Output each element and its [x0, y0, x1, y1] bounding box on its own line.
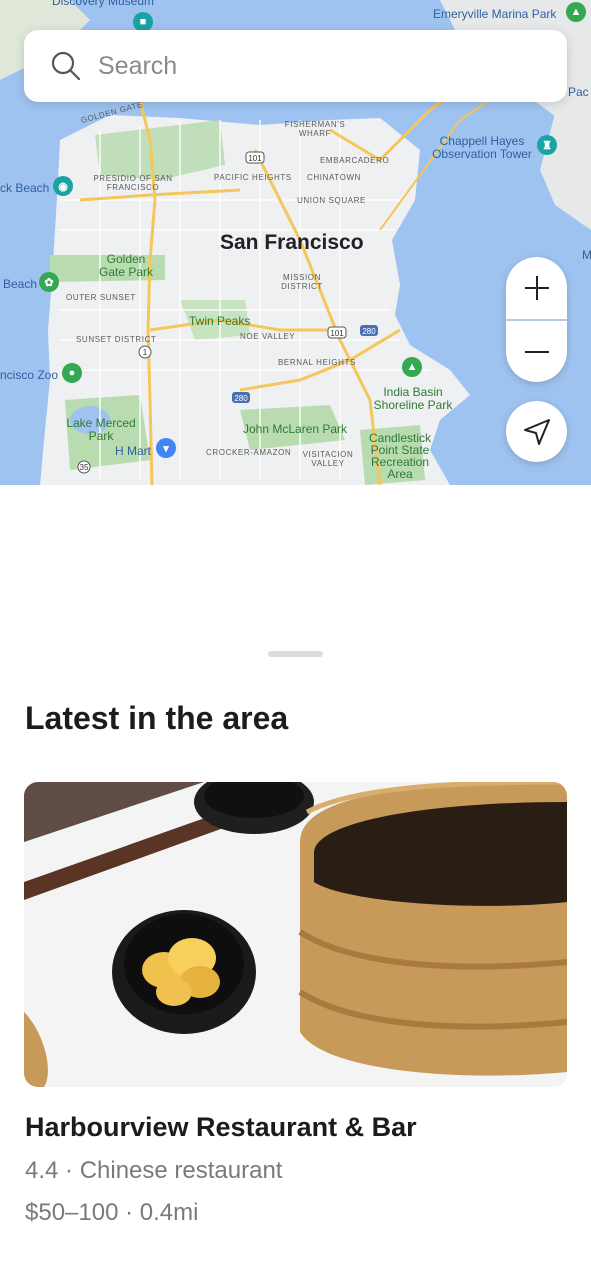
zoom-out-button[interactable]	[506, 321, 567, 382]
park-pin-beach-icon[interactable]: ✿	[39, 272, 59, 292]
sheet-drag-handle[interactable]	[268, 651, 323, 657]
map-label-pacific-heights: PACIFIC HEIGHTS	[214, 173, 292, 182]
map-label-twin-peaks: Twin Peaks	[189, 314, 251, 328]
map-label-mission-district: MISSION DISTRICT	[281, 273, 323, 291]
map-label-zoo: ncisco Zoo	[0, 368, 59, 382]
search-bar[interactable]	[24, 30, 567, 102]
locate-me-button[interactable]	[506, 401, 567, 462]
zoom-controls	[506, 257, 567, 382]
svg-text:101: 101	[330, 329, 344, 338]
map-label-beach-left: ck Beach	[0, 181, 50, 195]
map-label-union-square: UNION SQUARE	[297, 196, 366, 205]
map-label-india-basin: India Basin Shoreline Park	[373, 385, 453, 412]
map-label-crocker-amazon: CROCKER-AMAZON	[206, 448, 292, 457]
svg-text:280: 280	[234, 394, 248, 403]
map-label-fishermans-wharf: FISHERMAN'S WHARF	[284, 120, 346, 138]
map-label-discovery-museum: Discovery Museum	[52, 0, 155, 8]
search-input[interactable]	[96, 50, 540, 82]
map-label-chappell-hayes: Chappell Hayes Observation Tower	[432, 134, 532, 161]
park-pin-icon[interactable]: ▲	[566, 2, 586, 22]
minus-icon	[524, 351, 549, 353]
map-label-chinatown: CHINATOWN	[307, 173, 361, 182]
map-label-candlestick: Candlestick Point State Recreation Area	[368, 431, 432, 481]
park-pin-india-basin-icon[interactable]: ▲	[402, 357, 422, 377]
map-label-h-mart: H Mart	[115, 444, 151, 458]
map-label-presidio: PRESIDIO OF SAN FRANCISCO	[93, 174, 173, 192]
svg-text:1: 1	[143, 348, 148, 357]
svg-text:280: 280	[362, 327, 376, 336]
map-label-beach-left2: Beach	[3, 277, 38, 291]
zoom-in-button[interactable]	[506, 257, 567, 319]
map-label-bernal-heights: BERNAL HEIGHTS	[278, 358, 356, 367]
map-label-outer-sunset: OUTER SUNSET	[66, 293, 136, 302]
map-label-sunset-district: SUNSET DISTRICT	[76, 335, 157, 344]
plus-icon	[524, 276, 549, 300]
map-city-label: San Francisco	[220, 231, 364, 254]
zoo-pin-icon[interactable]: ●	[62, 363, 82, 383]
restaurant-name[interactable]: Harbourview Restaurant & Bar	[25, 1112, 417, 1143]
map-label-noe-valley: NOE VALLEY	[240, 332, 296, 341]
search-icon	[51, 51, 81, 81]
shopping-cart-pin-icon[interactable]: ▾	[156, 438, 176, 458]
tower-pin-icon[interactable]: ♜	[537, 135, 557, 155]
svg-text:101: 101	[248, 154, 262, 163]
map-label-pac: Pac	[568, 85, 589, 99]
map-label-emeryville: Emeryville Marina Park	[433, 7, 557, 21]
museum-pin-icon[interactable]: ■	[133, 12, 153, 32]
restaurant-image[interactable]	[24, 782, 567, 1087]
map-label-john-mclaren: John McLaren Park	[243, 422, 348, 436]
section-title: Latest in the area	[25, 700, 289, 736]
restaurant-price-distance: $50–100 · 0.4mi	[25, 1199, 199, 1226]
map-label-embarcadero: EMBARCADERO	[320, 156, 390, 165]
navigation-arrow-icon	[523, 418, 550, 445]
map-label-memo: Memo	[582, 248, 591, 262]
food-photo	[24, 782, 567, 1087]
restaurant-rating-category: 4.4 · Chinese restaurant	[25, 1157, 283, 1184]
map-label-golden-gate-park: Golden Gate Park	[98, 252, 154, 279]
map-label-lake-merced: Lake Merced Park	[66, 416, 136, 443]
map-label-visitacion-valley: VISITACION VALLEY	[302, 450, 354, 468]
svg-text:35: 35	[80, 463, 89, 472]
camera-pin-icon[interactable]: ◉	[53, 176, 73, 196]
